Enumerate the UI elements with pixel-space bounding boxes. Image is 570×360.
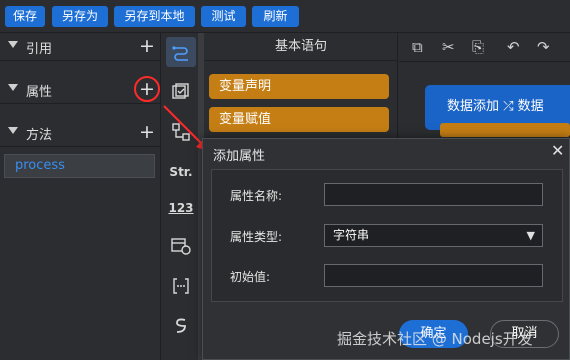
toolbar-divider (399, 61, 570, 62)
cut-icon[interactable]: ✂ (442, 38, 455, 56)
connection-icon[interactable] (166, 37, 196, 67)
collapse-triangle-icon (8, 41, 18, 48)
property-name-input[interactable] (324, 183, 543, 206)
watermark: 掘金技术社区 @ Nodejs开发 (337, 330, 533, 348)
app-window: 保存 另存为 另存到本地 测试 刷新 引用 + 属性 + 方法 + proces… (0, 0, 570, 360)
save-button[interactable]: 保存 (5, 6, 45, 27)
undo-icon[interactable]: ↶ (507, 38, 520, 56)
default-value-input[interactable] (324, 264, 543, 287)
save-local-button[interactable]: 另存到本地 (114, 6, 195, 27)
highlight-circle (134, 76, 160, 102)
section-methods[interactable]: 方法 + (0, 119, 161, 147)
refresh-button[interactable]: 刷新 (252, 6, 299, 27)
section-label: 属性 (26, 85, 53, 100)
script-icon[interactable] (166, 311, 196, 341)
section-references[interactable]: 引用 + (0, 33, 161, 61)
datetime-icon[interactable] (166, 231, 196, 261)
copy-icon[interactable]: ⧉ (412, 38, 423, 56)
add-method-plus-icon[interactable]: + (139, 121, 155, 143)
save-as-button[interactable]: 另存为 (52, 6, 108, 27)
flow-node[interactable]: 数据添加 ⤮ 数据 (425, 85, 570, 137)
collapse-triangle-icon (8, 84, 18, 91)
dialog-form: 属性名称: 属性类型: 字符串 ▼ 初始值: (211, 169, 563, 302)
component-icon-column: Str. 123 (162, 33, 200, 360)
number-icon[interactable]: 123 (166, 193, 196, 223)
property-type-value: 字符串 (333, 228, 370, 242)
method-item-process[interactable]: process (4, 154, 155, 178)
statement-panel-title: 基本语句 (204, 33, 398, 61)
node-child-block[interactable] (440, 123, 570, 137)
property-name-label: 属性名称: (230, 189, 283, 203)
section-label: 方法 (26, 128, 53, 143)
paste-icon[interactable]: ⎘ (472, 38, 484, 56)
array-icon[interactable] (166, 271, 196, 301)
close-icon[interactable]: ✕ (551, 141, 564, 160)
statement-variable-assignment[interactable]: 变量赋值 (209, 107, 389, 132)
property-type-label: 属性类型: (230, 230, 283, 244)
node-label: 数据添加 ⤮ 数据 (447, 99, 544, 114)
add-reference-plus-icon[interactable]: + (139, 35, 155, 57)
redo-icon[interactable]: ↷ (537, 38, 550, 56)
chevron-down-icon: ▼ (526, 229, 535, 242)
top-toolbar: 保存 另存为 另存到本地 测试 刷新 (0, 0, 570, 33)
string-icon[interactable]: Str. (166, 157, 196, 187)
test-button[interactable]: 测试 (201, 6, 246, 27)
property-type-select[interactable]: 字符串 ▼ (324, 224, 543, 247)
section-label: 引用 (26, 42, 53, 57)
add-property-dialog: 添加属性 ✕ 属性名称: 属性类型: 字符串 ▼ 初始值: 确定 取消 掘金技术… (202, 138, 570, 360)
dialog-title: 添加属性 (213, 149, 266, 164)
statement-variable-declaration[interactable]: 变量声明 (209, 74, 389, 99)
default-value-label: 初始值: (230, 270, 271, 284)
collapse-triangle-icon (8, 127, 18, 134)
